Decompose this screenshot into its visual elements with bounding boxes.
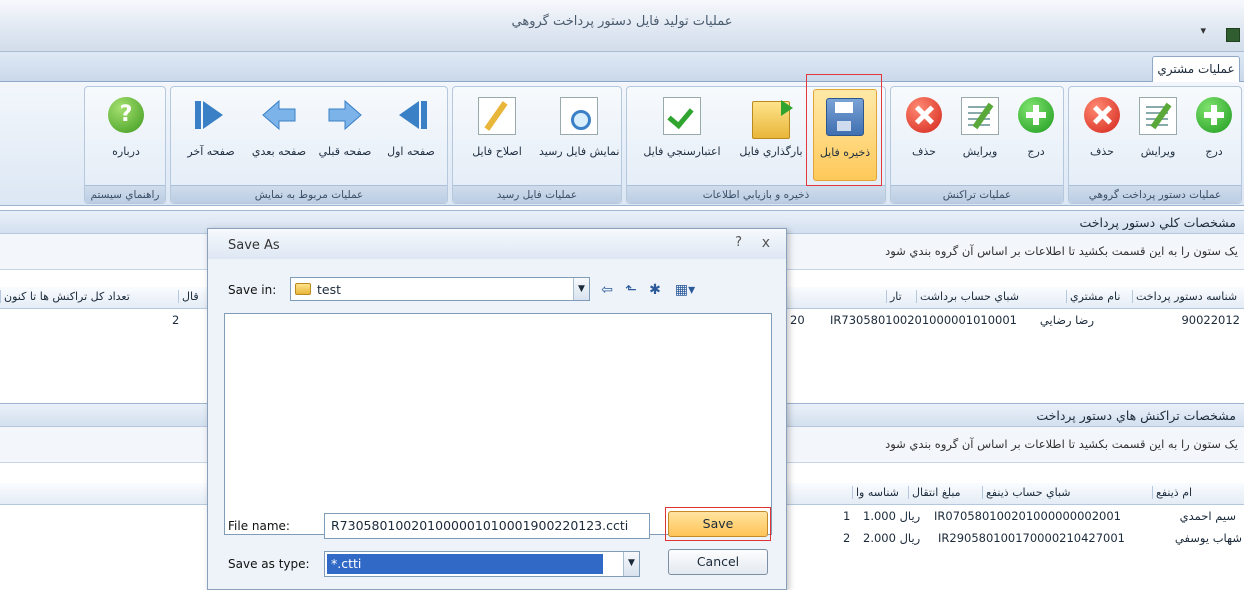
up-folder-icon[interactable]: ⬑ <box>622 281 640 299</box>
plus-icon <box>1196 97 1232 133</box>
col-iban[interactable]: شباي حساب برداشت <box>916 290 1066 303</box>
question-help-icon: ? <box>108 97 144 133</box>
chevron-down-icon[interactable]: ▼ <box>573 278 589 300</box>
col-beneficiary-name[interactable]: ام ذينفع <box>1152 486 1244 499</box>
checkmark-document-icon <box>663 97 701 135</box>
col-total-transactions[interactable]: تعداد كل تراكنش ها تا كنون <box>0 290 178 303</box>
first-page-button[interactable]: صفحه اول <box>379 89 443 181</box>
view-menu-icon[interactable]: ▦▾ <box>670 281 700 299</box>
group-payment-order: درج ويرايش حذف عمليات دستور پرداخت گروهي <box>1068 86 1242 204</box>
cancel-button[interactable]: Cancel <box>668 549 768 575</box>
group-navigation: صفحه اول صفحه قبلي صفحه بعدي صفحه آخر عم… <box>170 86 448 204</box>
title-bar: عمليات توليد فايل دستور پرداخت گروهي ▾ <box>0 0 1244 52</box>
group-transaction: درج ويرايش حذف عمليات تراكنش <box>890 86 1064 204</box>
show-receipt-button[interactable]: نمايش فايل رسيد <box>539 89 619 181</box>
save-as-type-label: Save as type: <box>228 557 310 571</box>
close-icon[interactable]: x <box>762 235 770 251</box>
col-amount[interactable]: مبلغ انتقال <box>908 486 982 499</box>
ribbon: درج ويرايش حذف عمليات دستور پرداخت گروهي… <box>0 82 1244 206</box>
edit-note-icon <box>961 97 999 135</box>
col-date[interactable]: تار <box>886 290 916 303</box>
about-button[interactable]: ? درباره <box>93 89 159 181</box>
col-beneficiary-iban[interactable]: شباي حساب ذينفع <box>982 486 1152 499</box>
col-payment-id[interactable]: شناسه دستور پرداخت <box>1132 290 1244 303</box>
chevron-down-icon[interactable]: ▼ <box>623 552 639 576</box>
help-icon[interactable]: ? <box>735 235 742 250</box>
magnifier-document-icon <box>560 97 598 135</box>
group-help: ? درباره راهنماي سيستم <box>84 86 166 204</box>
insert-transaction-button[interactable]: درج <box>1009 89 1063 181</box>
arrow-left-icon <box>261 97 297 133</box>
col-transfer[interactable]: قال <box>178 290 208 303</box>
save-button[interactable]: Save <box>668 511 768 537</box>
delete-icon <box>1084 97 1120 133</box>
next-page-button[interactable]: صفحه بعدي <box>247 89 311 181</box>
save-file-highlight-frame <box>806 74 882 186</box>
ribbon-tab-strip: عمليات مشتري <box>0 52 1244 82</box>
folder-icon <box>295 283 311 295</box>
insert-order-button[interactable]: درج <box>1187 89 1241 181</box>
delete-order-button[interactable]: حذف <box>1075 89 1129 181</box>
app-icon <box>1226 28 1240 42</box>
edit-note-icon <box>1139 97 1177 135</box>
window-title: عمليات توليد فايل دستور پرداخت گروهي <box>511 14 733 29</box>
file-list[interactable] <box>224 313 772 535</box>
edit-transaction-button[interactable]: ويرايش <box>953 89 1007 181</box>
fix-file-button[interactable]: اصلاح فايل <box>457 89 537 181</box>
save-in-combo[interactable]: test ▼ <box>290 277 590 301</box>
tab-customer-operations[interactable]: عمليات مشتري <box>1152 56 1240 82</box>
validate-file-button[interactable]: اعتبارسنجي فايل <box>635 89 729 181</box>
last-page-button[interactable]: صفحه آخر <box>179 89 243 181</box>
save-as-type-select[interactable]: *.ctti ▼ <box>324 551 640 577</box>
folder-open-icon <box>752 100 793 139</box>
last-page-icon <box>193 97 229 133</box>
first-page-icon <box>393 97 429 133</box>
dialog-title-bar: Save As ? x <box>208 229 786 259</box>
delete-transaction-button[interactable]: حذف <box>897 89 951 181</box>
file-name-label: File name: <box>228 519 290 533</box>
save-in-label: Save in: <box>228 283 277 297</box>
col-customer[interactable]: نام مشتري <box>1066 290 1132 303</box>
back-icon[interactable]: ⇦ <box>598 281 616 299</box>
col-id[interactable]: شناسه وا <box>852 486 908 499</box>
save-as-dialog: Save As ? x Save in: test ▼ ⇦ ⬑ ✱ ▦▾ Fil… <box>207 228 787 590</box>
delete-icon <box>906 97 942 133</box>
group-receipt: نمايش فايل رسيد اصلاح فايل عمليات فايل ر… <box>452 86 622 204</box>
pencil-document-icon <box>478 97 516 135</box>
plus-icon <box>1018 97 1054 133</box>
file-name-input[interactable]: R730580100201000001010001900220123.ccti <box>324 513 650 539</box>
arrow-right-icon <box>327 97 363 133</box>
edit-order-button[interactable]: ويرايش <box>1131 89 1185 181</box>
new-folder-icon[interactable]: ✱ <box>646 281 664 299</box>
quick-access-dropdown-icon[interactable]: ▾ <box>1200 24 1206 37</box>
previous-page-button[interactable]: صفحه قبلي <box>313 89 377 181</box>
load-file-button[interactable]: بارگذاري فايل <box>731 89 811 181</box>
